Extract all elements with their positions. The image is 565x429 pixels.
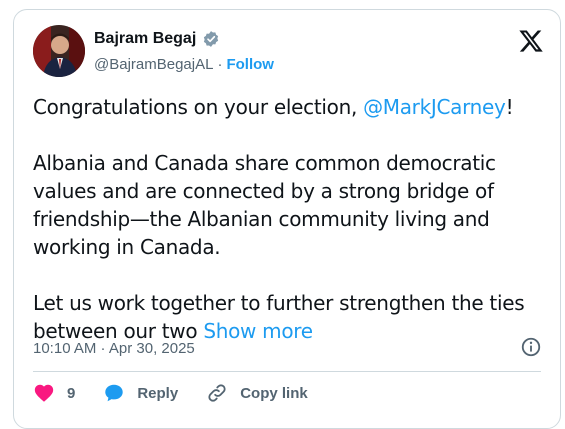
reply-label: Reply: [137, 384, 179, 402]
link-icon: [206, 382, 228, 404]
copy-link-button[interactable]: Copy link: [206, 382, 308, 404]
tweet-timestamp[interactable]: 10:10 AM · Apr 30, 2025: [33, 340, 195, 357]
author-handle-row: @BajramBegajAL · Follow: [94, 56, 274, 73]
reply-button[interactable]: Reply: [103, 382, 178, 404]
show-more-link[interactable]: Show more: [203, 319, 313, 343]
like-button[interactable]: 9: [33, 382, 75, 404]
tweet-card: Bajram Begaj @BajramBegajAL · Follow Con…: [13, 9, 561, 429]
tweet-paragraph-3: Let us work together to further strength…: [33, 289, 543, 345]
divider: [33, 371, 541, 372]
tweet-text: Congratulations on your election, @MarkJ…: [33, 93, 543, 345]
tweet-paragraph-1: Congratulations on your election, @MarkJ…: [33, 93, 543, 121]
like-count: 9: [67, 384, 76, 402]
author-handle[interactable]: @BajramBegajAL: [94, 56, 213, 73]
speech-bubble-icon: [103, 382, 125, 404]
tweet-paragraph-1-suffix: !: [505, 95, 514, 119]
avatar[interactable]: [33, 25, 85, 77]
verified-badge-icon: [202, 30, 220, 48]
x-logo-icon[interactable]: [518, 28, 544, 54]
tweet-paragraph-1-text: Congratulations on your election,: [33, 95, 364, 119]
tweet-paragraph-2: Albania and Canada share common democrat…: [33, 151, 496, 259]
author-name-row: Bajram Begaj: [94, 30, 220, 48]
mention-link[interactable]: @MarkJCarney: [363, 95, 506, 119]
handle-separator: ·: [217, 56, 223, 73]
info-icon[interactable]: [520, 336, 542, 358]
author-display-name[interactable]: Bajram Begaj: [94, 30, 196, 48]
heart-icon: [33, 382, 55, 404]
tweet-actions: 9 Reply Copy link: [33, 382, 308, 404]
follow-link[interactable]: Follow: [226, 56, 274, 73]
copy-link-label: Copy link: [240, 384, 308, 402]
